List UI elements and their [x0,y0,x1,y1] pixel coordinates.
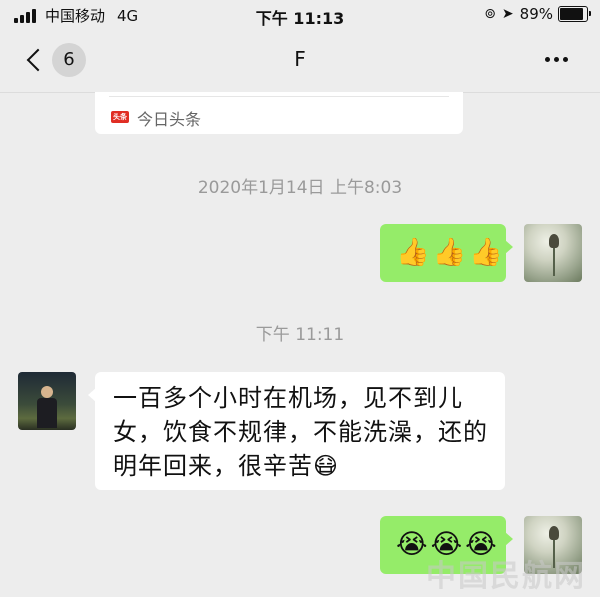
message-line: 明年回来，很辛苦 [113,452,313,480]
more-icon[interactable] [541,57,568,62]
battery-icon [558,6,591,22]
received-message-bubble[interactable]: 一百多个小时在机场，见不到儿 女，饮食不规律，不能洗澡，还的 明年回来，很辛苦😷 [88,372,505,490]
location-icon: ➤ [501,6,514,22]
self-avatar[interactable] [524,224,582,282]
message-line: 一百多个小时在机场，见不到儿 [113,384,463,412]
message-timestamp: 下午 11:11 [255,325,345,345]
message-timestamp: 2020年1月14日 上午8:03 [197,178,403,198]
chat-title: F [294,47,306,71]
card-divider [109,96,449,97]
battery-percent: 89% [519,5,553,23]
mask-face-emoji: 😷 [313,452,340,480]
contact-avatar[interactable] [18,372,76,430]
thumbs-up-emoji: 👍 [396,237,430,268]
orientation-lock-icon: ⊚ [484,6,496,22]
watermark: 中国民航网 [426,559,586,594]
toutiao-icon: 头条 [111,111,129,123]
chat-header: 6 F [0,30,600,93]
message-line: 女，饮食不规律，不能洗澡，还的 [113,418,488,446]
status-bar: 中国移动 4G 下午 11:13 ⊚ ➤ 89% [0,0,600,30]
article-source-label: 今日头条 [137,110,202,129]
thumbs-up-emoji: 👍 [469,237,503,268]
shared-article-card[interactable]: 头条 今日头条 [95,92,463,134]
crying-face-emoji: 😭 [396,529,428,560]
thumbs-up-emoji: 👍 [432,237,467,268]
sent-message-bubble[interactable]: 👍 👍 👍 [380,224,513,282]
